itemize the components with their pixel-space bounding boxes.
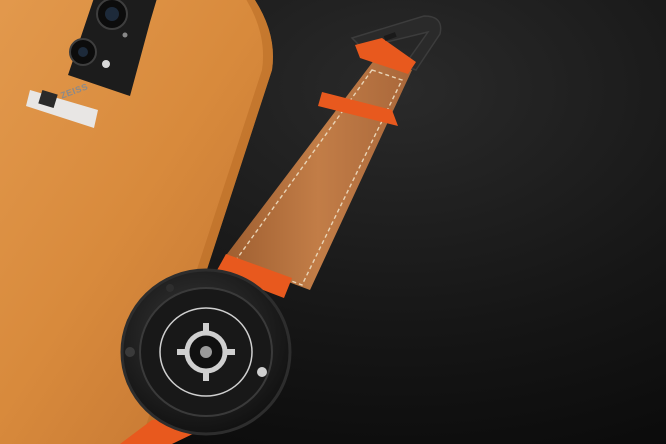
smartwatch	[120, 268, 292, 436]
photo-scene: ZEISS	[0, 0, 666, 444]
photo-canvas	[0, 0, 666, 444]
flash-icon	[102, 60, 110, 68]
charging-contact-icon	[257, 367, 267, 377]
side-button-icon	[125, 347, 135, 357]
